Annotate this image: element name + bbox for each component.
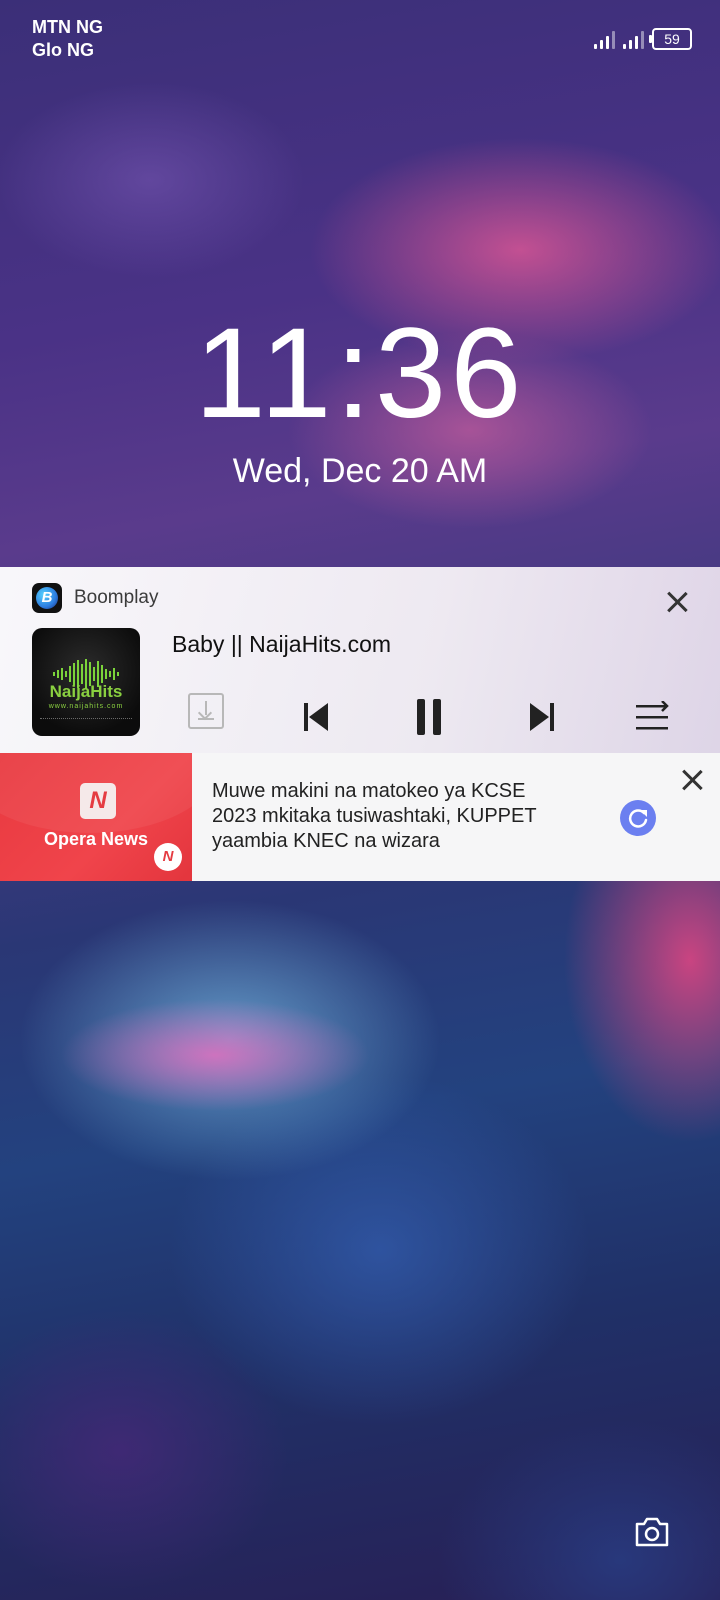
album-art: NaijaHits www.naijahits.com bbox=[32, 628, 140, 736]
opera-news-logo-icon: N bbox=[80, 783, 116, 819]
album-footer-line bbox=[40, 718, 132, 722]
carrier-info: MTN NG Glo NG bbox=[32, 16, 103, 62]
notification-app-name: Boomplay bbox=[74, 587, 159, 608]
news-notification[interactable]: N Opera News N Muwe makini na matokeo ya… bbox=[0, 753, 720, 881]
lockscreen-date: Wed, Dec 20 AM bbox=[232, 452, 488, 490]
boomplay-app-icon: B bbox=[32, 583, 62, 613]
previous-icon[interactable] bbox=[296, 697, 336, 737]
opera-news-badge-icon: N bbox=[154, 843, 182, 871]
album-brand: NaijaHits bbox=[49, 682, 123, 701]
news-close-icon[interactable] bbox=[677, 765, 707, 795]
queue-icon[interactable] bbox=[632, 697, 672, 737]
pause-icon[interactable] bbox=[409, 697, 449, 737]
signal-1-icon bbox=[594, 29, 615, 49]
carrier-2: Glo NG bbox=[32, 40, 94, 60]
media-notification[interactable]: B Boomplay NaijaHits www.naijahits.com B… bbox=[0, 567, 720, 753]
close-icon[interactable] bbox=[662, 587, 692, 617]
refresh-icon[interactable] bbox=[620, 800, 656, 836]
album-site: www.naijahits.com bbox=[48, 703, 124, 710]
track-title: Baby || NaijaHits.com bbox=[172, 631, 392, 657]
next-icon[interactable] bbox=[522, 697, 562, 737]
opera-news-banner: N Opera News N bbox=[0, 753, 192, 881]
lockscreen-clock: 11:36 bbox=[194, 302, 526, 445]
signal-2-icon bbox=[623, 29, 644, 49]
carrier-1: MTN NG bbox=[32, 17, 103, 37]
battery-icon: 59 bbox=[649, 28, 692, 50]
camera-icon[interactable] bbox=[634, 1516, 670, 1548]
download-icon[interactable] bbox=[188, 693, 224, 729]
news-headline[interactable]: Muwe makini na matokeo ya KCSE 2023 mkit… bbox=[212, 779, 572, 854]
status-icons: 59 bbox=[594, 28, 692, 50]
